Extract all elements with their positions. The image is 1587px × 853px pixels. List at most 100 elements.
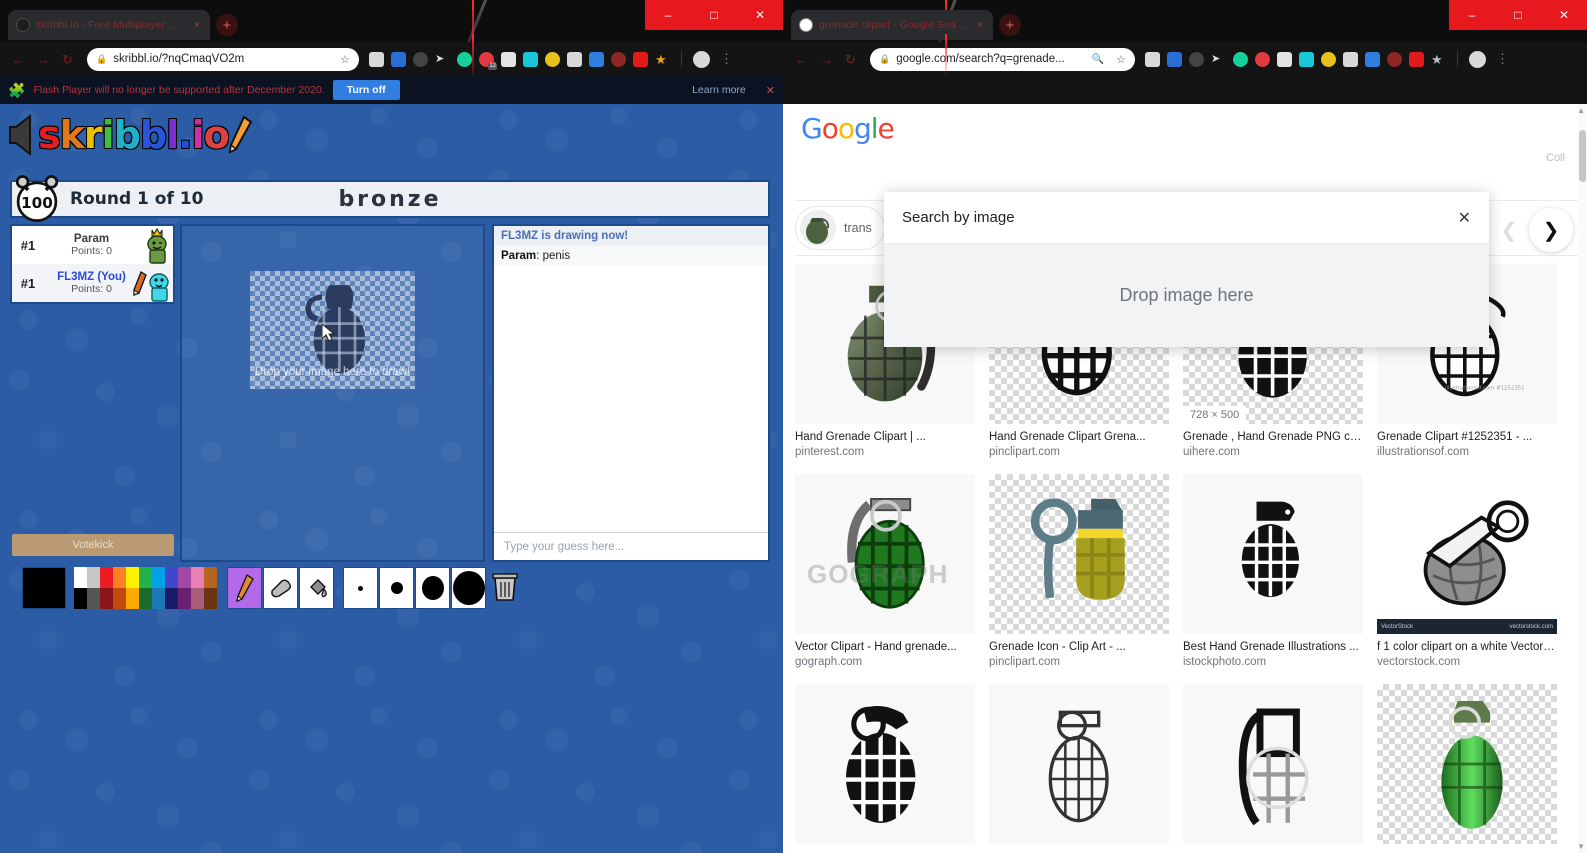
- page-scrollbar[interactable]: ▲ ▼: [1578, 104, 1587, 853]
- turn-off-button[interactable]: Turn off: [333, 80, 400, 100]
- modal-dropzone[interactable]: Drop image here: [884, 244, 1489, 347]
- brush-size-2[interactable]: [379, 567, 414, 609]
- close-button[interactable]: ✕: [1541, 0, 1587, 30]
- ext-icon-2[interactable]: [391, 52, 406, 67]
- bookmark-star-icon[interactable]: ☆: [1116, 53, 1126, 66]
- star-icon[interactable]: ★: [1431, 52, 1446, 67]
- chrome-menu-icon[interactable]: ⋮: [1496, 54, 1509, 64]
- cursor-icon[interactable]: ➤: [435, 52, 450, 67]
- result-title[interactable]: Grenade Icon - Clip Art - ...: [989, 641, 1169, 653]
- search-icon[interactable]: 🔍: [1092, 54, 1104, 65]
- result-thumbnail[interactable]: [989, 684, 1169, 844]
- result-card[interactable]: [1377, 684, 1557, 844]
- ext-icon-9[interactable]: [1321, 52, 1336, 67]
- ext-icon-8[interactable]: [1299, 52, 1314, 67]
- eraser-tool[interactable]: [263, 567, 298, 609]
- reload-icon[interactable]: ↻: [62, 53, 75, 66]
- result-card[interactable]: Grenade Icon - Clip Art - ... pinclipart…: [989, 474, 1169, 668]
- ext-icon-5[interactable]: [457, 52, 472, 67]
- ext-icon-13[interactable]: [633, 52, 648, 67]
- next-chips-button[interactable]: ❯: [1529, 208, 1573, 252]
- new-tab-button[interactable]: +: [216, 14, 238, 36]
- palette-col-11[interactable]: [204, 567, 217, 609]
- result-title[interactable]: Grenade Clipart #1252351 - ...: [1377, 431, 1557, 443]
- result-thumbnail[interactable]: [1183, 474, 1363, 634]
- profile-avatar[interactable]: [693, 51, 710, 68]
- ext-icon-13[interactable]: [1409, 52, 1424, 67]
- result-thumbnail[interactable]: [1377, 684, 1557, 844]
- result-card[interactable]: [989, 684, 1169, 844]
- back-icon[interactable]: ←: [795, 53, 808, 66]
- result-thumbnail[interactable]: VectorStock vectorstock.com: [1377, 474, 1557, 634]
- palette-col-4[interactable]: [113, 567, 126, 609]
- ext-icon-7[interactable]: [501, 52, 516, 67]
- result-title[interactable]: Best Hand Grenade Illustrations ...: [1183, 641, 1363, 653]
- ext-icon-1[interactable]: [1145, 52, 1160, 67]
- result-card[interactable]: [795, 684, 975, 844]
- palette-col-6[interactable]: [139, 567, 152, 609]
- ext-icon-3[interactable]: [413, 52, 428, 67]
- ext-icon-10[interactable]: [567, 52, 582, 67]
- current-color-swatch[interactable]: [22, 567, 66, 609]
- pencil-tool[interactable]: [227, 567, 262, 609]
- result-card[interactable]: VectorStock vectorstock.com f 1 color cl…: [1377, 474, 1557, 668]
- result-title[interactable]: Hand Grenade Clipart | ...: [795, 431, 975, 443]
- related-chip-transparent[interactable]: trans: [795, 206, 885, 250]
- maximize-button[interactable]: □: [691, 0, 737, 30]
- close-button[interactable]: ✕: [737, 0, 783, 30]
- result-thumbnail[interactable]: GOGRAPH: [795, 474, 975, 634]
- result-card[interactable]: GOGRAPH Vector Clipart - Hand grenade...…: [795, 474, 975, 668]
- reload-icon[interactable]: ↻: [845, 53, 858, 66]
- chrome-menu-icon[interactable]: ⋮: [720, 54, 733, 64]
- palette-col-3[interactable]: [100, 567, 113, 609]
- palette-col-8[interactable]: [165, 567, 178, 609]
- ext-icon-6[interactable]: 12: [479, 52, 494, 67]
- prev-chips-button[interactable]: ❮: [1487, 208, 1531, 252]
- bookmark-star-icon[interactable]: ☆: [340, 53, 350, 66]
- fill-tool[interactable]: [299, 567, 334, 609]
- ext-icon-2[interactable]: [1167, 52, 1182, 67]
- ext-icon-9[interactable]: [545, 52, 560, 67]
- tab-google-search[interactable]: grenade clipart - Google Search ×: [791, 10, 993, 40]
- drawing-canvas[interactable]: Drop your image here to draw!: [180, 224, 485, 562]
- minimize-button[interactable]: –: [1449, 0, 1495, 30]
- ext-icon-1[interactable]: [369, 52, 384, 67]
- address-bar[interactable]: 🔒 skribbl.io/?nqCmaqVO2m ☆: [87, 48, 359, 71]
- new-tab-button[interactable]: +: [999, 14, 1021, 36]
- ext-icon-11[interactable]: [589, 52, 604, 67]
- votekick-button[interactable]: Votekick: [12, 534, 174, 556]
- brush-size-1[interactable]: [343, 567, 378, 609]
- star-icon[interactable]: ★: [655, 52, 670, 67]
- palette-col-2[interactable]: [87, 567, 100, 609]
- ext-icon-6[interactable]: [1255, 52, 1270, 67]
- maximize-button[interactable]: □: [1495, 0, 1541, 30]
- ext-icon-8[interactable]: [523, 52, 538, 67]
- close-icon[interactable]: ✕: [1458, 208, 1471, 228]
- clear-canvas-button[interactable]: [490, 569, 520, 608]
- profile-avatar[interactable]: [1469, 51, 1486, 68]
- result-card[interactable]: Best Hand Grenade Illustrations ... isto…: [1183, 474, 1363, 668]
- result-title[interactable]: f 1 color clipart on a white Vector I...: [1377, 641, 1557, 653]
- ext-icon-12[interactable]: [1387, 52, 1402, 67]
- flash-close-icon[interactable]: ✕: [766, 84, 775, 97]
- address-bar[interactable]: 🔒 google.com/search?q=grenade... 🔍 ☆: [870, 48, 1135, 71]
- scroll-up-arrow[interactable]: ▲: [1577, 106, 1585, 115]
- back-icon[interactable]: ←: [12, 53, 25, 66]
- result-thumbnail[interactable]: [1183, 684, 1363, 844]
- forward-icon[interactable]: →: [37, 53, 50, 66]
- ext-icon-12[interactable]: [611, 52, 626, 67]
- palette-col-1[interactable]: [74, 567, 87, 609]
- brush-size-4[interactable]: [451, 567, 486, 609]
- cursor-icon[interactable]: ➤: [1211, 52, 1226, 67]
- result-thumbnail[interactable]: [989, 474, 1169, 634]
- ext-icon-10[interactable]: [1343, 52, 1358, 67]
- minimize-button[interactable]: –: [645, 0, 691, 30]
- palette-col-10[interactable]: [191, 567, 204, 609]
- ext-icon-7[interactable]: [1277, 52, 1292, 67]
- result-title[interactable]: Grenade , Hand Grenade PNG clipart ...: [1183, 431, 1363, 443]
- result-thumbnail[interactable]: [795, 684, 975, 844]
- ext-icon-3[interactable]: [1189, 52, 1204, 67]
- guess-input[interactable]: Type your guess here...: [494, 532, 768, 560]
- tab-close-icon[interactable]: ×: [975, 20, 985, 31]
- brush-size-3[interactable]: [415, 567, 450, 609]
